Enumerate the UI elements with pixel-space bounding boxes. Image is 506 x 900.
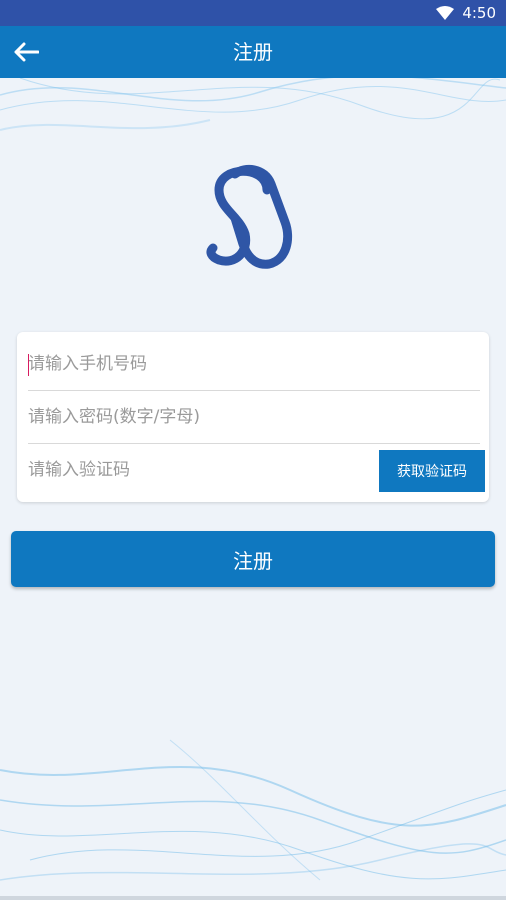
- app-logo: [206, 164, 293, 269]
- phone-input[interactable]: [28, 340, 480, 388]
- bottom-divider: [0, 896, 506, 900]
- app-bar: 注册: [0, 26, 506, 78]
- divider: [28, 390, 480, 391]
- divider: [28, 443, 480, 444]
- page-title: 注册: [233, 40, 273, 64]
- register-button[interactable]: 注册: [11, 531, 495, 587]
- text-cursor: [28, 354, 29, 376]
- status-indicators: 4:50: [436, 3, 496, 23]
- status-time: 4:50: [462, 4, 496, 22]
- verification-code-input[interactable]: [28, 446, 368, 494]
- registration-form-card: 获取验证码: [17, 332, 489, 502]
- get-verification-code-button[interactable]: 获取验证码: [379, 450, 485, 492]
- status-bar: 4:50: [0, 0, 506, 26]
- password-input[interactable]: [28, 393, 480, 441]
- wifi-icon: [436, 6, 455, 20]
